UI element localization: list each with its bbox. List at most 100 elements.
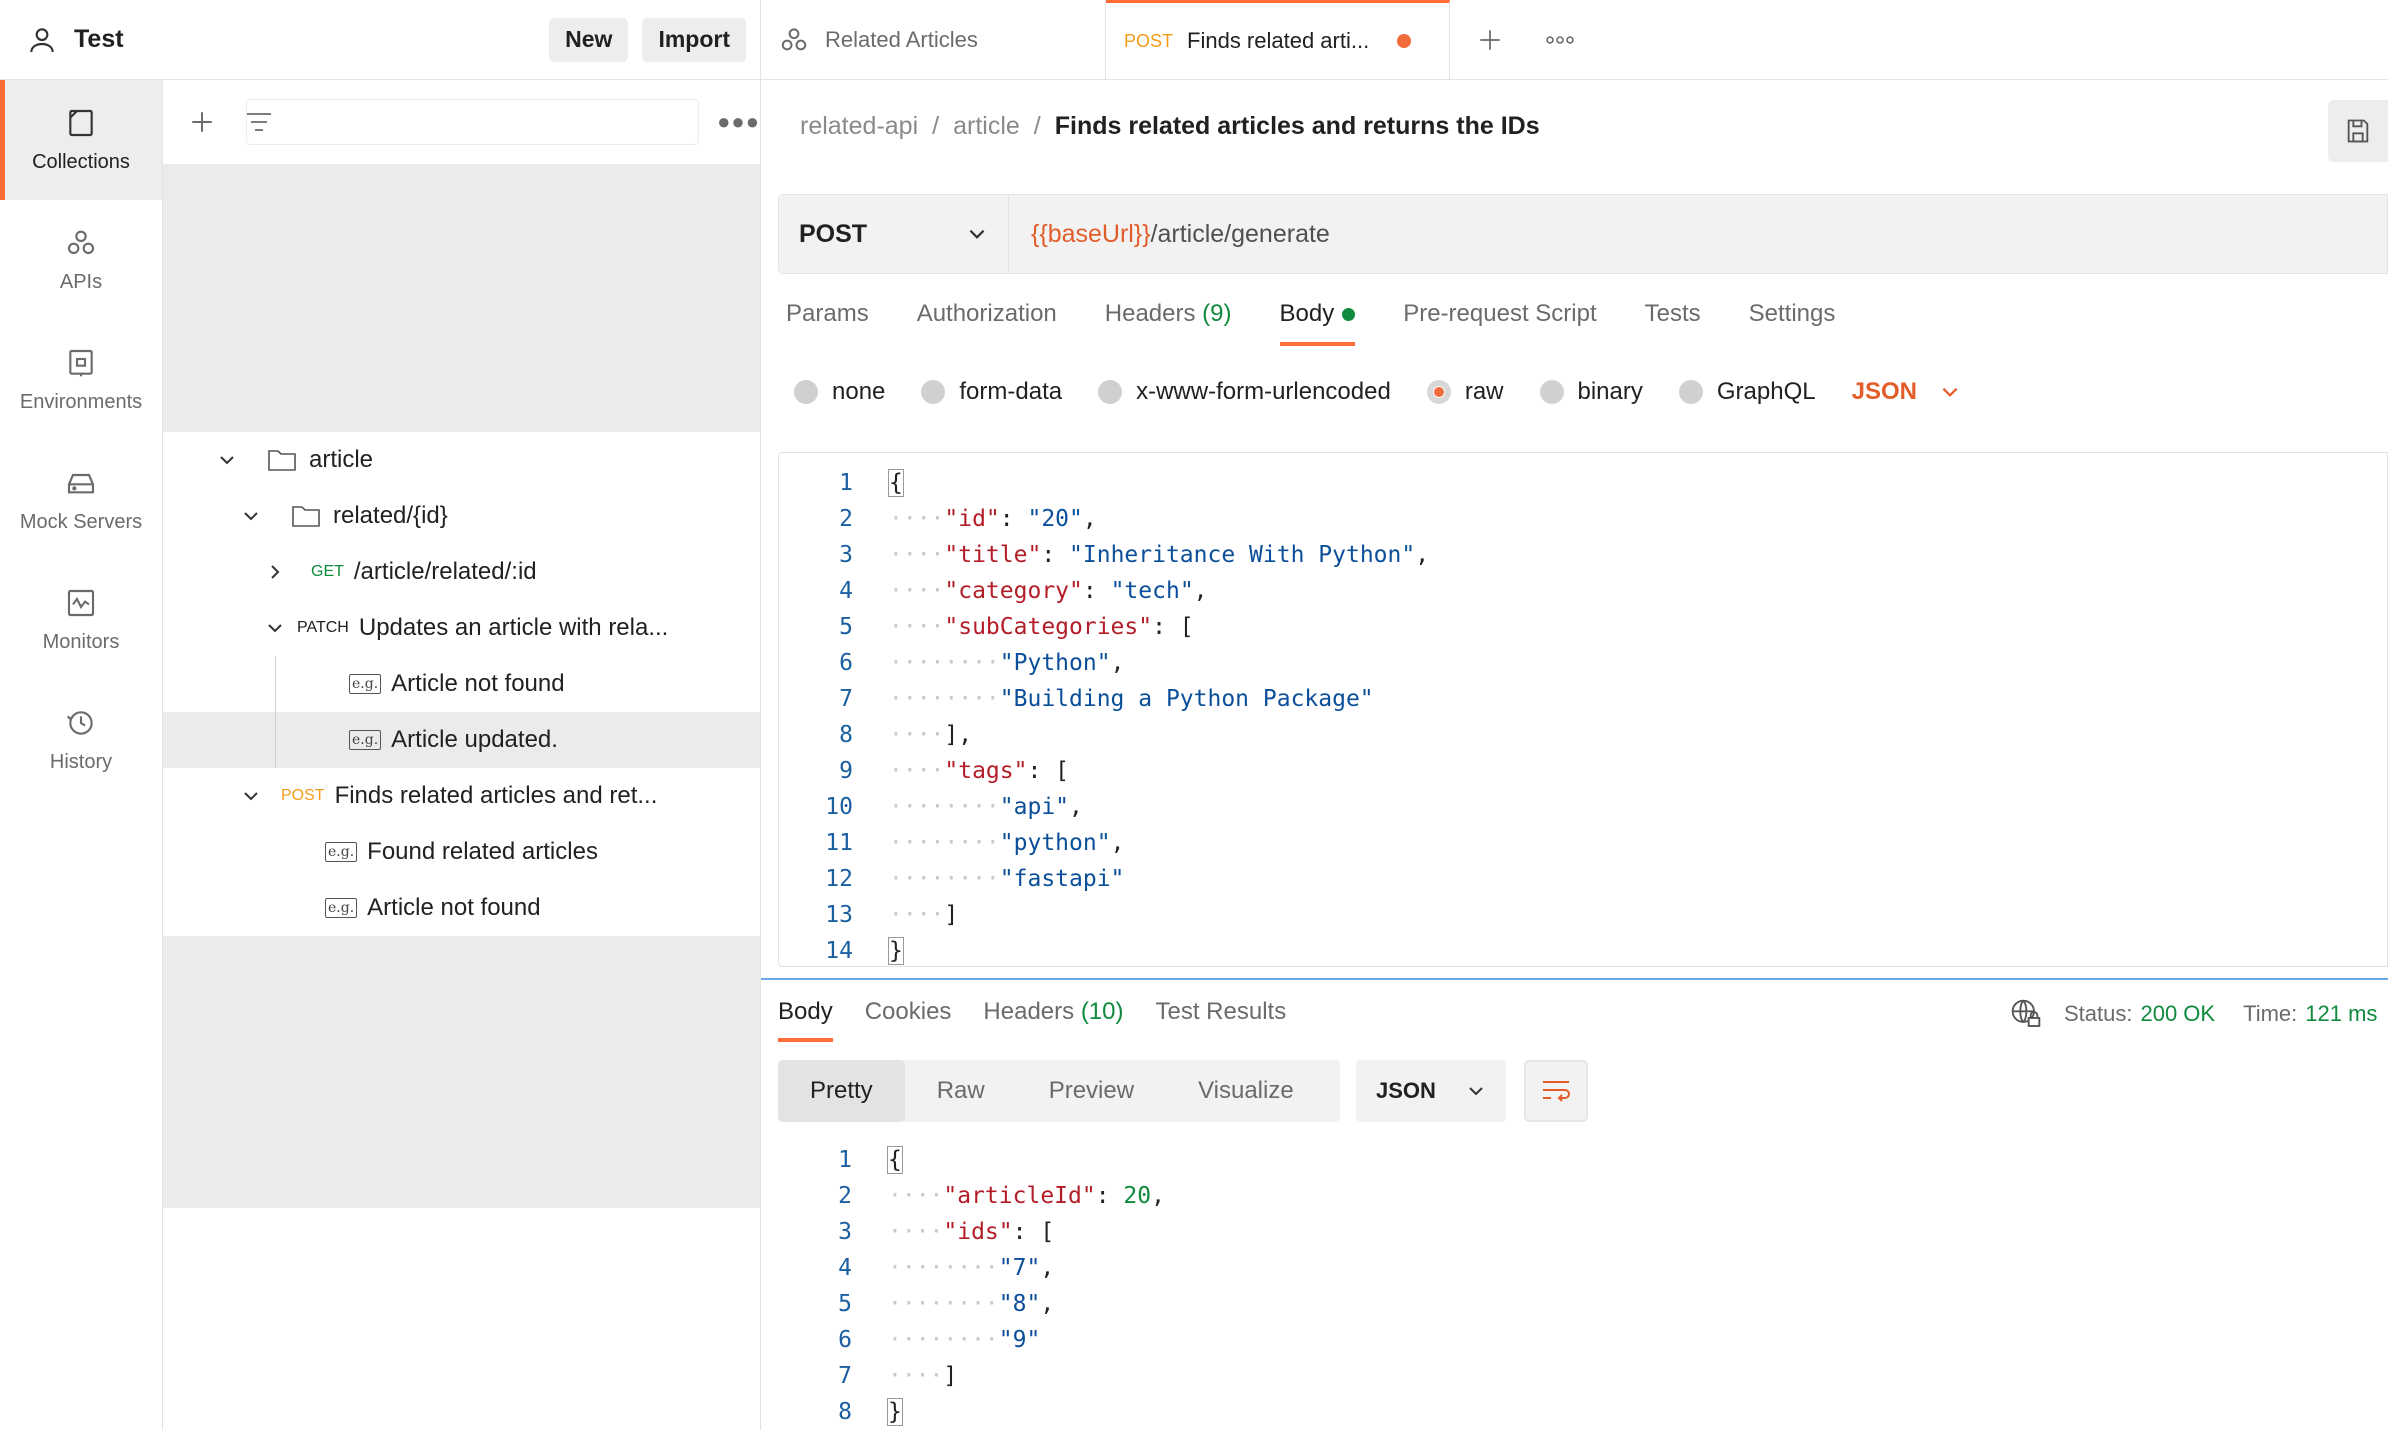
tab-response-headers[interactable]: Headers (10)	[983, 998, 1123, 1042]
method-post-badge: POST	[281, 787, 325, 804]
tab-headers[interactable]: Headers (9)	[1105, 300, 1232, 346]
tree-example[interactable]: e.g. Article not found	[163, 880, 760, 936]
breadcrumb-item[interactable]: related-api	[800, 112, 918, 140]
save-button[interactable]	[2328, 100, 2388, 162]
code-text: }	[887, 1398, 903, 1426]
line-number: 7	[839, 686, 853, 712]
code-line: 9 ····"tags": [	[779, 753, 2387, 789]
empty-area	[163, 164, 760, 432]
breadcrumb-separator: /	[1033, 112, 1041, 140]
code-line: 8}	[778, 1394, 2388, 1430]
pane-divider[interactable]	[761, 978, 2388, 980]
code-text: ········"Python",	[889, 650, 1125, 676]
tree-example[interactable]: e.g. Article updated.	[163, 712, 760, 768]
plus-icon	[1480, 29, 1500, 50]
json-value: "9"	[998, 1327, 1041, 1353]
code-line: 14}	[779, 933, 2387, 969]
tab-test-results[interactable]: Test Results	[1156, 998, 1287, 1042]
tab-params[interactable]: Params	[786, 300, 869, 346]
response-status: Status: 200 OK Time: 121 ms	[2010, 998, 2377, 1030]
wrap-lines-icon	[1543, 1081, 1570, 1102]
tab-related-articles[interactable]: Related Articles	[761, 0, 1106, 79]
radio-form-data[interactable]: form-data	[921, 378, 1062, 406]
tree-example[interactable]: e.g. Found related articles	[163, 824, 760, 880]
tab-method: POST	[1124, 30, 1174, 51]
method-select[interactable]: POST	[779, 195, 1009, 273]
tree-folder-article[interactable]: article	[163, 432, 760, 488]
line-number: 3	[838, 1219, 852, 1245]
request-body-editor[interactable]: 1{ 2 ····"id": "20", 3 ····"title": "Inher…	[778, 452, 2388, 967]
tab-settings[interactable]: Settings	[1749, 300, 1836, 346]
tree-request-get[interactable]: GET /article/related/:id	[163, 544, 760, 600]
new-tab-button[interactable]	[1450, 0, 1530, 79]
code-line: 2 ····"id": "20",	[779, 501, 2387, 537]
new-button[interactable]: New	[549, 17, 629, 62]
view-raw[interactable]: Raw	[905, 1060, 1017, 1122]
chevron-down-icon	[969, 229, 985, 239]
rail-item-environments[interactable]: Environments	[0, 320, 162, 440]
status-label: Status:	[2064, 1001, 2133, 1026]
line-number: 4	[838, 1255, 852, 1281]
wrap-lines-button[interactable]	[1524, 1060, 1588, 1122]
json-key: "tags"	[944, 758, 1028, 784]
radio-label: binary	[1577, 378, 1643, 405]
tab-body[interactable]: Body	[1279, 300, 1356, 346]
import-button[interactable]: Import	[642, 17, 746, 62]
rail-item-history[interactable]: History	[0, 680, 162, 800]
globe-lock-icon[interactable]	[2010, 998, 2042, 1030]
time-label: Time:	[2243, 1001, 2298, 1026]
code-text: ········"8",	[888, 1291, 1055, 1317]
json-value: "Inheritance With Python"	[1069, 542, 1416, 568]
tree-request-post[interactable]: POST Finds related articles and ret...	[163, 768, 760, 824]
rail-item-monitors[interactable]: Monitors	[0, 560, 162, 680]
radio-none[interactable]: none	[794, 378, 885, 406]
tab-more-icon[interactable]	[1530, 0, 1590, 79]
tab-label: Related Articles	[825, 26, 978, 52]
code-text: ····"tags": [	[889, 758, 1070, 784]
radio-raw[interactable]: raw	[1426, 378, 1504, 406]
collections-icon	[69, 109, 93, 136]
code-text: ····"subCategories": [	[889, 614, 1194, 640]
workspace-name: Test	[74, 25, 124, 53]
view-preview[interactable]: Preview	[1017, 1060, 1166, 1122]
sidebar-search-input[interactable]	[246, 99, 700, 145]
line-number: 6	[839, 650, 853, 676]
add-collection-button[interactable]	[181, 101, 223, 143]
tree-label: related/{id}	[333, 502, 448, 529]
radio-urlencoded[interactable]: x-www-form-urlencoded	[1098, 378, 1391, 406]
rail-label: Environments	[19, 390, 143, 413]
rail-item-apis[interactable]: APIs	[0, 200, 162, 320]
rail-item-mock-servers[interactable]: Mock Servers	[0, 440, 162, 560]
tab-pre-request-script[interactable]: Pre-request Script	[1403, 300, 1596, 346]
tree-example[interactable]: e.g. Article not found	[163, 656, 760, 712]
language-value: JSON	[1851, 378, 1917, 405]
workspace-user[interactable]: Test	[0, 24, 549, 56]
tree-folder-related[interactable]: related/{id}	[163, 488, 760, 544]
url-input[interactable]: {{baseUrl}}/article/generate	[1009, 195, 2387, 273]
radio-binary[interactable]: binary	[1539, 378, 1643, 406]
tab-label: Body	[1279, 300, 1335, 327]
tab-response-body[interactable]: Body	[778, 998, 833, 1042]
line-number: 8	[839, 722, 853, 748]
tree-request-patch[interactable]: PATCH Updates an article with rela...	[163, 600, 760, 656]
breadcrumb-item[interactable]: article	[953, 112, 1020, 140]
view-pretty[interactable]: Pretty	[778, 1060, 905, 1122]
response-language-select[interactable]: JSON	[1356, 1060, 1506, 1122]
view-visualize[interactable]: Visualize	[1166, 1060, 1326, 1122]
body-language-select[interactable]: JSON	[1852, 378, 1961, 406]
tab-finds-related[interactable]: POST Finds related arti...	[1106, 0, 1450, 79]
radio-graphql[interactable]: GraphQL	[1678, 378, 1816, 406]
method-patch-badge: PATCH	[297, 619, 349, 636]
tab-cookies[interactable]: Cookies	[865, 998, 952, 1042]
rail-item-collections[interactable]: Collections	[0, 80, 162, 200]
more-icon[interactable]: ●●●	[717, 109, 760, 135]
json-value: "20"	[1027, 506, 1083, 532]
tab-tests[interactable]: Tests	[1645, 300, 1701, 346]
example-icon: e.g.	[325, 898, 358, 918]
tree-guide-line	[275, 712, 276, 768]
folder-icon	[292, 506, 320, 527]
tab-authorization[interactable]: Authorization	[917, 300, 1057, 346]
response-body-viewer[interactable]: 1{ 2 ····"articleId": 20, 3 ····"ids": [ 4…	[778, 1142, 2388, 1430]
example-icon: e.g.	[349, 730, 382, 750]
radio-label: raw	[1464, 378, 1504, 405]
